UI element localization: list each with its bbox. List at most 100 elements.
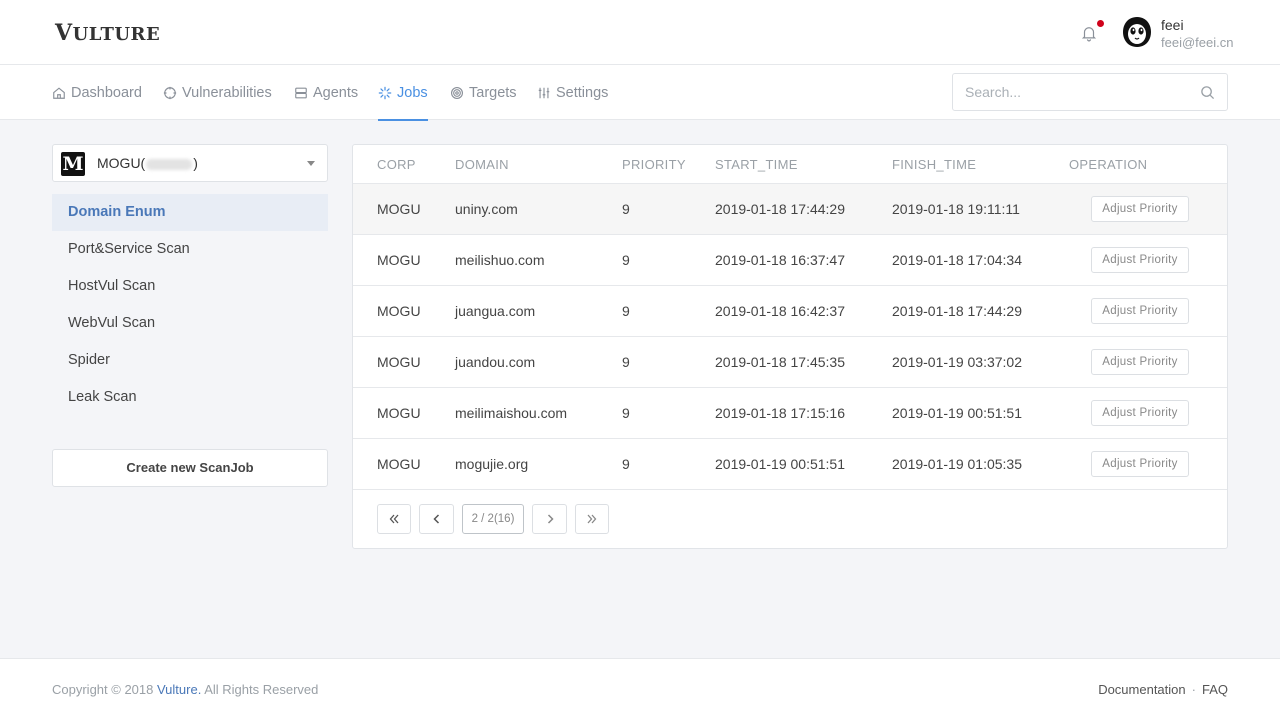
cell-priority: 9 [622, 456, 630, 472]
table-row[interactable]: MOGU meilishuo.com 9 2019-01-18 16:37:47… [353, 235, 1227, 286]
column-header-start-time: START_TIME [715, 157, 798, 172]
avatar[interactable] [1122, 16, 1152, 48]
menu-item-port-service-scan[interactable]: Port&Service Scan [52, 231, 328, 268]
link-separator: · [1191, 682, 1196, 697]
cell-priority: 9 [622, 303, 630, 319]
bell-icon[interactable] [1080, 24, 1098, 42]
table-row[interactable]: MOGU uniny.com 9 2019-01-18 17:44:29 201… [353, 184, 1227, 235]
top-bar: VULTURE feei feei@feei.cn [0, 0, 1280, 65]
crosshair-icon [163, 86, 177, 99]
nav-label: Vulnerabilities [182, 84, 272, 101]
cell-domain: meilishuo.com [455, 252, 545, 268]
corp-selector[interactable]: M MOGU() [52, 144, 328, 182]
cell-corp: MOGU [377, 405, 421, 421]
table-row[interactable]: MOGU mogujie.org 9 2019-01-19 00:51:51 2… [353, 439, 1227, 490]
menu-item-leak-scan[interactable]: Leak Scan [52, 379, 328, 416]
spinner-icon [378, 86, 392, 99]
cell-corp: MOGU [377, 201, 421, 217]
cell-domain: mogujie.org [455, 456, 529, 472]
cell-start-time: 2019-01-18 17:44:29 [715, 201, 845, 217]
brand-link[interactable]: Vulture. [157, 682, 201, 697]
create-scanjob-button[interactable]: Create new ScanJob [52, 449, 328, 487]
column-header-finish-time: FINISH_TIME [892, 157, 977, 172]
nav-agents[interactable]: Agents [294, 65, 358, 120]
corp-name: MOGU() [97, 155, 198, 171]
menu-item-webvul-scan[interactable]: WebVul Scan [52, 305, 328, 342]
nav-vulnerabilities[interactable]: Vulnerabilities [163, 65, 272, 120]
nav-label: Targets [469, 84, 517, 101]
search-box [952, 73, 1228, 111]
adjust-priority-button[interactable]: Adjust Priority [1091, 400, 1189, 426]
column-header-priority: PRIORITY [622, 157, 686, 172]
cell-finish-time: 2019-01-19 00:51:51 [892, 405, 1022, 421]
cell-corp: MOGU [377, 303, 421, 319]
nav-label: Jobs [397, 84, 428, 101]
app-logo[interactable]: VULTURE [55, 20, 160, 46]
next-page-button[interactable] [532, 504, 567, 534]
menu-item-domain-enum[interactable]: Domain Enum [52, 194, 328, 231]
cell-domain: juangua.com [455, 303, 536, 319]
chevron-down-icon [307, 161, 315, 166]
home-icon [53, 86, 65, 99]
cell-corp: MOGU [377, 354, 421, 370]
page-indicator: 2 / 2(16) [462, 504, 524, 534]
footer: Copyright © 2018 Vulture. All Rights Res… [0, 658, 1280, 720]
search-icon[interactable] [1200, 85, 1215, 100]
redacted-text [146, 158, 193, 170]
sliders-icon [538, 87, 550, 98]
cell-priority: 9 [622, 252, 630, 268]
last-page-button[interactable] [575, 504, 609, 534]
cell-priority: 9 [622, 405, 630, 421]
chevron-right-icon [547, 514, 554, 524]
cell-domain: juandou.com [455, 354, 536, 370]
table-row[interactable]: MOGU juangua.com 9 2019-01-18 16:42:37 2… [353, 286, 1227, 337]
cell-finish-time: 2019-01-19 01:05:35 [892, 456, 1022, 472]
search-input[interactable] [953, 74, 1183, 110]
nav-settings[interactable]: Settings [537, 65, 608, 120]
adjust-priority-button[interactable]: Adjust Priority [1091, 349, 1189, 375]
column-header-corp: CORP [377, 157, 416, 172]
cell-priority: 9 [622, 354, 630, 370]
cell-finish-time: 2019-01-18 19:11:11 [892, 201, 1020, 217]
adjust-priority-button[interactable]: Adjust Priority [1091, 247, 1189, 273]
scan-type-menu: Domain Enum Port&Service Scan HostVul Sc… [52, 194, 328, 416]
cell-start-time: 2019-01-18 16:37:47 [715, 252, 845, 268]
user-email: feei@feei.cn [1161, 35, 1234, 50]
faq-link[interactable]: FAQ [1202, 682, 1228, 697]
table-row[interactable]: MOGU juandou.com 9 2019-01-18 17:45:35 2… [353, 337, 1227, 388]
cell-domain: uniny.com [455, 201, 518, 217]
first-page-button[interactable] [377, 504, 411, 534]
nav-targets[interactable]: Targets [450, 65, 517, 120]
nav-dashboard[interactable]: Dashboard [52, 65, 142, 120]
cell-priority: 9 [622, 201, 630, 217]
chevron-left-icon [432, 514, 439, 524]
notification-dot [1097, 20, 1104, 27]
adjust-priority-button[interactable]: Adjust Priority [1091, 451, 1189, 477]
footer-links: Documentation · FAQ [1098, 682, 1228, 697]
cell-corp: MOGU [377, 456, 421, 472]
documentation-link[interactable]: Documentation [1098, 682, 1185, 697]
table-row[interactable]: MOGU meilimaishou.com 9 2019-01-18 17:15… [353, 388, 1227, 439]
adjust-priority-button[interactable]: Adjust Priority [1091, 196, 1189, 222]
target-icon [451, 86, 463, 99]
corp-logo: M [61, 152, 85, 176]
cell-finish-time: 2019-01-18 17:04:34 [892, 252, 1022, 268]
cell-corp: MOGU [377, 252, 421, 268]
cell-domain: meilimaishou.com [455, 405, 568, 421]
menu-item-hostvul-scan[interactable]: HostVul Scan [52, 268, 328, 305]
main-nav: Dashboard Vulnerabilities Agents Jobs Ta… [0, 65, 1280, 121]
cell-start-time: 2019-01-18 16:42:37 [715, 303, 845, 319]
nav-label: Agents [313, 84, 359, 101]
column-header-domain: DOMAIN [455, 157, 509, 172]
nav-jobs[interactable]: Jobs [378, 65, 428, 121]
prev-page-button[interactable] [419, 504, 454, 534]
cell-start-time: 2019-01-19 00:51:51 [715, 456, 845, 472]
double-chevron-left-icon [389, 514, 399, 524]
jobs-table-panel: CORP DOMAIN PRIORITY START_TIME FINISH_T… [352, 144, 1228, 549]
nav-label: Settings [556, 84, 609, 101]
cell-start-time: 2019-01-18 17:45:35 [715, 354, 845, 370]
menu-item-spider[interactable]: Spider [52, 342, 328, 379]
user-name[interactable]: feei [1161, 17, 1184, 33]
adjust-priority-button[interactable]: Adjust Priority [1091, 298, 1189, 324]
double-chevron-right-icon [587, 514, 597, 524]
